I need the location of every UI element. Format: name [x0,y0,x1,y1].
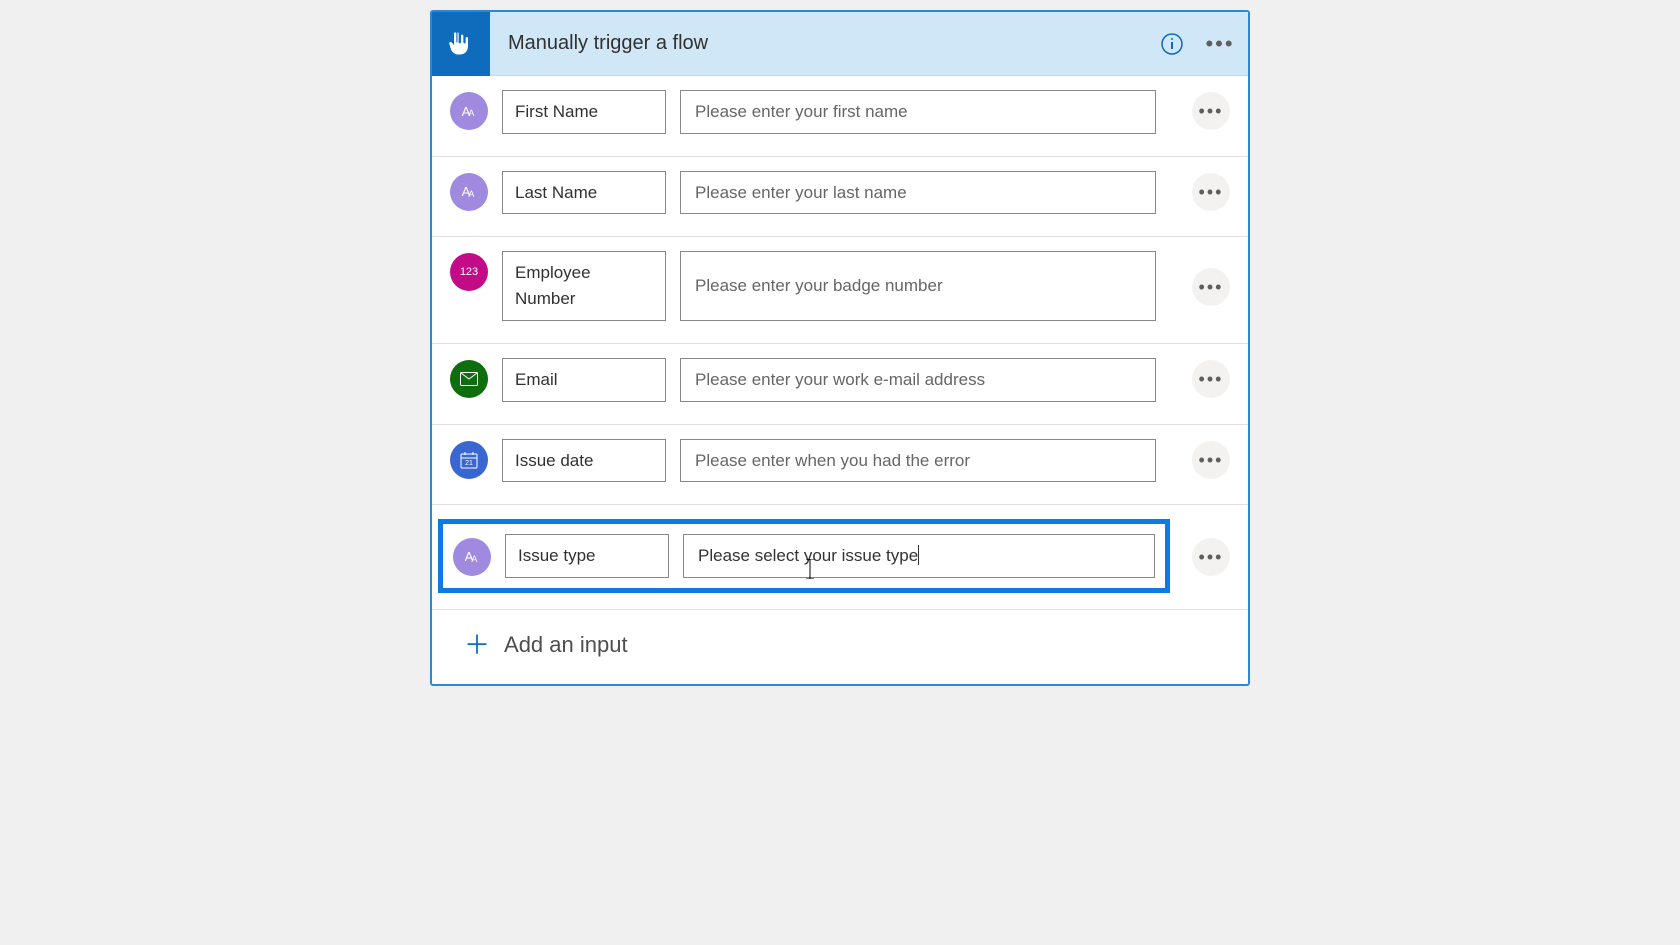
header-more-button[interactable]: ••• [1200,24,1240,64]
input-label-field[interactable] [502,90,666,134]
inputs-list: AA ••• AA ••• 123 Employee Number ••• [432,76,1248,684]
input-row: AA ••• [432,76,1248,148]
input-label-field[interactable] [502,358,666,402]
plus-icon: ＋ [464,632,490,658]
row-more-button[interactable]: ••• [1192,360,1230,398]
trigger-card: Manually trigger a flow ••• AA ••• AA ••… [430,10,1250,686]
row-more-button[interactable]: ••• [1192,173,1230,211]
input-row: ••• [432,343,1248,416]
row-more-button[interactable]: ••• [1192,92,1230,130]
input-label-field[interactable]: Employee Number [502,251,666,321]
text-type-icon: AA [453,538,491,576]
email-type-icon [450,360,488,398]
input-description-field[interactable] [680,439,1156,483]
number-type-icon: 123 [450,253,488,291]
row-more-button[interactable]: ••• [1192,268,1230,306]
input-description-text: Please select your issue type [698,546,918,565]
text-type-icon: AA [450,173,488,211]
input-row: AA ••• [432,156,1248,229]
input-label-field[interactable] [502,171,666,215]
add-input-button[interactable]: ＋ Add an input [432,609,1248,684]
input-description-field[interactable] [680,90,1156,134]
text-cursor [918,545,919,565]
text-type-icon: AA [450,92,488,130]
input-row: 123 Employee Number ••• [432,236,1248,335]
input-row: 21 ••• [432,424,1248,497]
row-more-button[interactable]: ••• [1192,441,1230,479]
row-more-button[interactable]: ••• [1192,538,1230,576]
input-description-field[interactable] [680,358,1156,402]
ellipsis-icon: ••• [1199,183,1224,201]
info-button[interactable] [1152,24,1192,64]
card-title: Manually trigger a flow [490,32,1152,55]
card-header: Manually trigger a flow ••• [432,12,1248,76]
trigger-type-icon [432,12,490,76]
add-input-label: Add an input [504,632,628,658]
input-description-field[interactable] [680,171,1156,215]
ellipsis-icon: ••• [1199,451,1224,469]
ellipsis-icon: ••• [1199,102,1224,120]
input-description-field[interactable] [680,251,1156,321]
input-description-field[interactable]: Please select your issue type [683,534,1155,578]
ellipsis-icon: ••• [1205,33,1234,55]
ellipsis-icon: ••• [1199,548,1224,566]
input-label-field[interactable] [505,534,669,578]
input-label-field[interactable] [502,439,666,483]
svg-text:21: 21 [465,460,473,467]
ellipsis-icon: ••• [1199,370,1224,388]
ellipsis-icon: ••• [1199,278,1224,296]
date-type-icon: 21 [450,441,488,479]
info-icon [1160,32,1184,56]
input-row-highlighted: AA Please select your issue type ••• [432,504,1248,601]
